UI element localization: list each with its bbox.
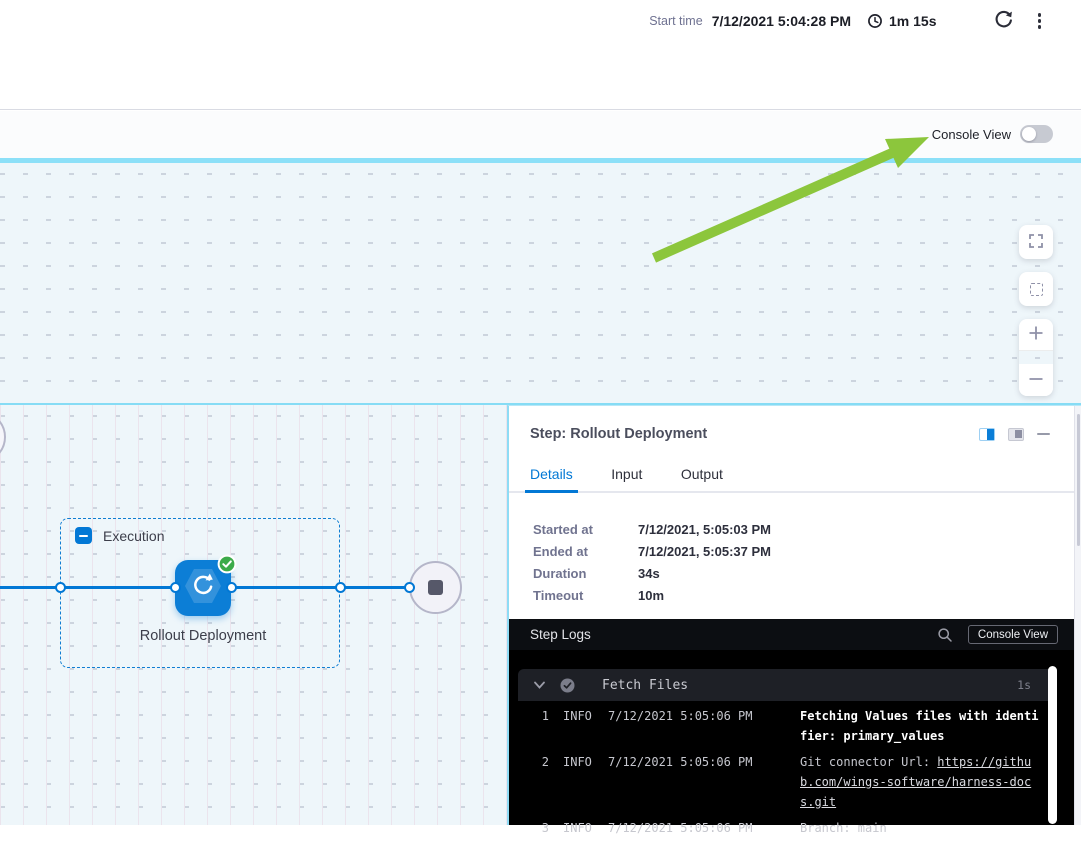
tab-output[interactable]: Output [681, 466, 723, 491]
search-icon[interactable] [937, 627, 953, 643]
check-circle-icon [560, 678, 575, 693]
minimize-panel-icon[interactable] [1037, 433, 1050, 436]
step-logs-section: Step Logs Console View Fetch Files 1s 1 [509, 619, 1074, 825]
connector-port [404, 582, 415, 593]
dashed-square-icon [1030, 283, 1043, 296]
log-line-number: 1 [518, 706, 549, 746]
tab-input[interactable]: Input [611, 466, 642, 491]
step-details-panel: Step: Rollout Deployment Details Input O… [507, 405, 1081, 825]
minus-icon [79, 535, 88, 537]
connector-port [335, 582, 346, 593]
log-line-number: 2 [518, 752, 549, 812]
panel-tabs: Details Input Output [509, 466, 1076, 493]
split-fill [1015, 430, 1022, 438]
detail-value: 34s [638, 566, 660, 581]
log-message: Fetching Values files with identifier: p… [800, 706, 1040, 746]
fit-selection-button[interactable] [1019, 272, 1053, 306]
start-time-label: Start time [649, 14, 703, 28]
detail-label: Timeout [533, 588, 638, 603]
log-level: INFO [563, 818, 594, 838]
detail-label: Ended at [533, 544, 638, 559]
previous-node-partial[interactable] [0, 411, 6, 463]
log-row: 1 INFO 7/12/2021 5:05:06 PM Fetching Val… [518, 706, 1057, 746]
stop-square-icon [428, 580, 443, 595]
detail-value: 7/12/2021, 5:05:37 PM [638, 544, 771, 559]
log-timestamp: 7/12/2021 5:05:06 PM [608, 818, 758, 838]
logs-scrollbar[interactable] [1048, 666, 1057, 824]
canvas-zoom-controls [1019, 225, 1053, 396]
zoom-in-button[interactable] [1019, 319, 1053, 351]
layout-split-primary-icon[interactable] [979, 428, 995, 441]
detail-value: 7/12/2021, 5:05:03 PM [638, 522, 771, 537]
panel-scrollbar-track [1074, 406, 1081, 825]
zoom-out-button[interactable] [1019, 364, 1053, 396]
node-label: Rollout Deployment [123, 625, 283, 647]
connector-port [226, 582, 237, 593]
start-time-value: 7/12/2021 5:04:28 PM [712, 13, 851, 29]
log-timestamp: 7/12/2021 5:05:06 PM [608, 706, 758, 746]
detail-row: Ended at 7/12/2021, 5:05:37 PM [533, 544, 771, 559]
detail-row: Duration 34s [533, 566, 771, 581]
detail-label: Started at [533, 522, 638, 537]
log-group-duration: 1s [1017, 678, 1031, 692]
log-line-number: 3 [518, 818, 549, 838]
console-view-button[interactable]: Console View [968, 625, 1058, 644]
panel-title: Step: Rollout Deployment [530, 426, 707, 442]
log-level: INFO [563, 706, 594, 746]
log-message: Git connector Url: https://github.com/wi… [800, 752, 1040, 812]
success-badge-icon [217, 554, 237, 574]
detail-row: Timeout 10m [533, 588, 771, 603]
step-details-table: Started at 7/12/2021, 5:05:03 PM Ended a… [533, 522, 771, 610]
execution-header: Start time 7/12/2021 5:04:28 PM 1m 15s [0, 0, 1081, 110]
split-fill [987, 429, 994, 440]
connector-port [170, 582, 181, 593]
execution-header-meta: Start time 7/12/2021 5:04:28 PM 1m 15s [649, 8, 1043, 34]
log-message: Branch: main [800, 818, 1040, 838]
layout-split-secondary-icon[interactable] [1008, 428, 1024, 441]
console-view-label: Console View [932, 127, 1011, 142]
plus-icon [1028, 325, 1044, 344]
log-group-fetch-files: Fetch Files 1s 1 INFO 7/12/2021 5:05:06 … [518, 669, 1057, 844]
panel-scrollbar-thumb[interactable] [1077, 414, 1080, 546]
fullscreen-button[interactable] [1019, 225, 1053, 259]
log-group-name: Fetch Files [602, 678, 1017, 693]
log-group-header[interactable]: Fetch Files 1s [518, 669, 1057, 701]
stop-end-node[interactable] [409, 561, 462, 614]
fullscreen-icon [1028, 233, 1044, 252]
kebab-icon [1036, 11, 1044, 31]
log-lines: 1 INFO 7/12/2021 5:05:06 PM Fetching Val… [518, 701, 1057, 838]
toggle-knob [1022, 127, 1036, 141]
refresh-button[interactable] [993, 9, 1014, 33]
collapse-group-button[interactable] [75, 527, 92, 544]
log-row: 2 INFO 7/12/2021 5:05:06 PM Git connecto… [518, 752, 1057, 812]
detail-row: Started at 7/12/2021, 5:05:03 PM [533, 522, 771, 537]
console-view-toggle[interactable] [1020, 125, 1053, 143]
rollout-deployment-node[interactable] [175, 560, 231, 616]
log-level: INFO [563, 752, 594, 812]
detail-label: Duration [533, 566, 638, 581]
execution-group-label: Execution [103, 528, 164, 544]
log-row: 3 INFO 7/12/2021 5:05:06 PM Branch: main [518, 818, 1057, 838]
log-timestamp: 7/12/2021 5:05:06 PM [608, 752, 758, 812]
connector-port [55, 582, 66, 593]
minus-icon [1028, 371, 1044, 390]
more-options-button[interactable] [1036, 11, 1044, 31]
graph-toolbar: Console View [0, 111, 1081, 158]
elapsed-duration: 1m 15s [889, 13, 936, 29]
refresh-icon [993, 9, 1014, 33]
stage-execution-canvas[interactable]: Execution Rollout Deployment [0, 405, 507, 825]
step-logs-header: Step Logs Console View [509, 619, 1074, 650]
clock-icon [867, 13, 883, 29]
step-logs-title: Step Logs [530, 627, 937, 642]
pipeline-canvas-upper[interactable] [0, 163, 1081, 403]
log-message-prefix: Git connector Url: [800, 755, 937, 769]
tab-details[interactable]: Details [530, 466, 573, 491]
detail-value: 10m [638, 588, 664, 603]
chevron-down-icon[interactable] [534, 681, 545, 689]
